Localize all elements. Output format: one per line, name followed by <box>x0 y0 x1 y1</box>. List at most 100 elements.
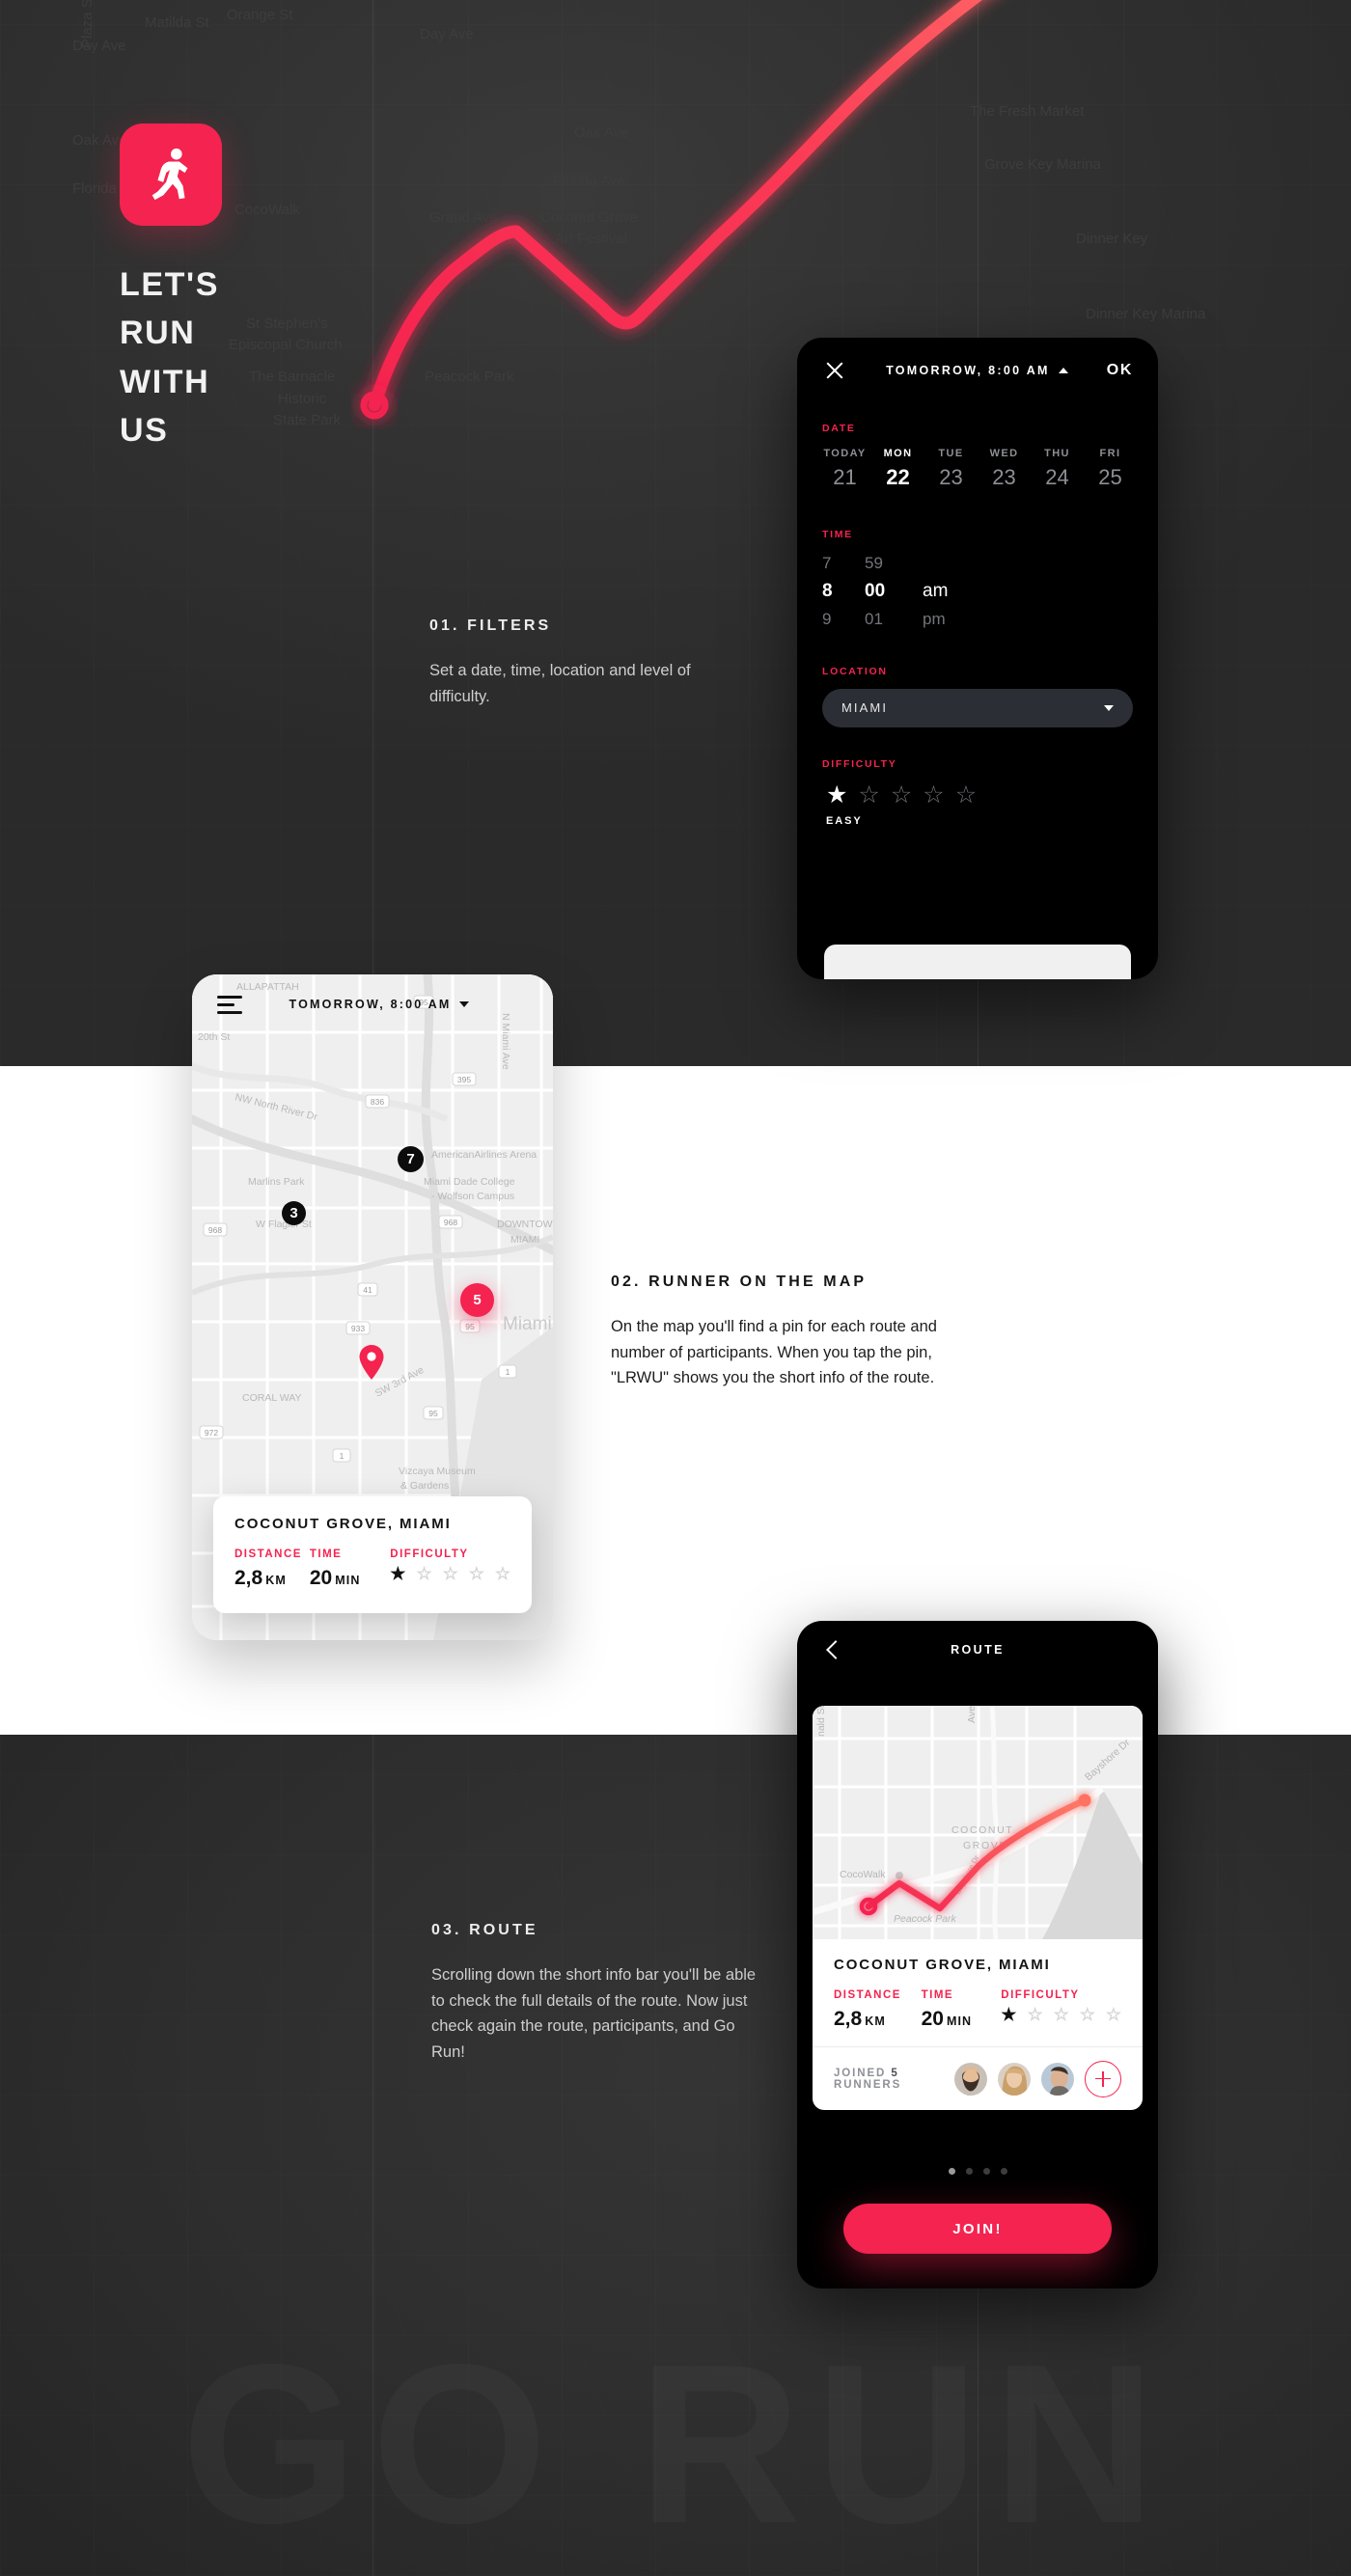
time-ampm: am <box>923 580 949 601</box>
star-1[interactable]: ★ <box>826 782 847 808</box>
chevron-up-icon <box>1058 368 1068 373</box>
avatar[interactable] <box>952 2060 989 2097</box>
star-3[interactable]: ☆ <box>891 782 912 808</box>
star-5: ☆ <box>494 1564 510 1583</box>
date-num: 23 <box>992 465 1016 489</box>
location-label: LOCATION <box>822 665 888 677</box>
date-option-25[interactable]: FRI 25 <box>1084 448 1137 490</box>
svg-text:CocoWalk: CocoWalk <box>840 1869 886 1880</box>
pagination-dot-3[interactable] <box>982 2168 990 2175</box>
join-button[interactable]: JOIN! <box>843 2204 1112 2254</box>
svg-text:- Wolfson Campus: - Wolfson Campus <box>431 1191 514 1202</box>
joined-label: JOINED 5 RUNNERS <box>834 2068 946 2091</box>
pagination-dot-4[interactable] <box>1000 2168 1007 2175</box>
joined-prefix: JOINED <box>834 2067 892 2079</box>
chevron-left-icon[interactable] <box>822 1639 843 1660</box>
close-icon[interactable] <box>822 358 847 383</box>
section-body: Set a date, time, location and level of … <box>429 662 691 705</box>
date-option-21[interactable]: TODAY 21 <box>818 448 871 490</box>
running-man-icon <box>152 148 188 201</box>
time-minute: 59 <box>865 554 883 572</box>
svg-text:COCONUT: COCONUT <box>951 1824 1013 1836</box>
time-option-7[interactable]: 7 59 <box>822 550 1133 577</box>
time-minute: 00 <box>865 580 886 601</box>
avatar-bearded-man <box>954 2062 987 2096</box>
map-pin-badge-7[interactable]: 7 <box>398 1146 424 1172</box>
svg-text:972: 972 <box>205 1428 218 1438</box>
star-5: ☆ <box>1105 2005 1121 2024</box>
difficulty-label: DIFFICULTY <box>822 757 897 770</box>
time-picker[interactable]: 7 59 8 00 am 9 01 pm <box>797 540 1158 633</box>
chevron-down-icon <box>459 1001 470 1007</box>
date-option-24[interactable]: THU 24 <box>1031 448 1084 490</box>
route-card-stats: DISTANCE 2,8 KM TIME 20 MIN DIFFICULTY ★ ☆ ☆ <box>834 1989 1121 2031</box>
joined-runners-row: JOINED 5 RUNNERS <box>813 2046 1143 2110</box>
route-detail-card: COCONUT GROVE CocoWalk Peacock Park Ave … <box>813 1706 1143 2110</box>
map-title[interactable]: TOMORROW, 8:00 AM <box>231 998 528 1011</box>
svg-text:nald St: nald St <box>815 1706 827 1737</box>
svg-text:CORAL WAY: CORAL WAY <box>242 1392 301 1404</box>
map-title-text: TOMORROW, 8:00 AM <box>289 998 452 1011</box>
star-5[interactable]: ☆ <box>955 782 977 808</box>
star-4[interactable]: ☆ <box>923 782 944 808</box>
location-pin-icon[interactable] <box>358 1344 385 1381</box>
add-runner-button[interactable] <box>1085 2060 1121 2097</box>
route-title: ROUTE <box>951 1643 1005 1657</box>
section-body: On the map you'll find a pin for each ro… <box>611 1318 937 1387</box>
stat-time: TIME 20 MIN <box>310 1548 390 1590</box>
route-topbar: ROUTE <box>797 1621 1158 1679</box>
sheet-peek <box>824 945 1131 979</box>
route-info-card[interactable]: COCONUT GROVE, MIAMI DISTANCE 2,8 KM TIME… <box>213 1496 532 1613</box>
star-4: ☆ <box>1079 2005 1095 2024</box>
pagination-dots[interactable] <box>797 2168 1158 2175</box>
pagination-dot-1[interactable] <box>948 2168 955 2175</box>
date-num: 22 <box>886 465 910 489</box>
section-runner-copy: 02. RUNNER ON THE MAP On the map you'll … <box>611 1274 949 1391</box>
svg-text:395: 395 <box>457 1075 471 1084</box>
stat-key: DIFFICULTY <box>390 1548 469 1560</box>
location-select[interactable]: MIAMI <box>822 688 1133 727</box>
stat-number: 20 <box>921 2008 944 2030</box>
stat-number: 2,8 <box>234 1567 263 1589</box>
date-num: 21 <box>833 465 857 489</box>
stat-key: DISTANCE <box>834 1989 901 2001</box>
stat-key: DISTANCE <box>234 1548 302 1560</box>
title-line-3: WITH <box>120 363 210 400</box>
info-card-stats: DISTANCE 2,8 KM TIME 20 MIN DIFFICULTY ★ ☆ ☆… <box>234 1548 510 1590</box>
stat-key: DIFFICULTY <box>1001 1989 1080 2001</box>
filters-topbar: TOMORROW, 8:00 AM OK <box>797 338 1158 403</box>
section-heading: 01. FILTERS <box>429 617 552 634</box>
map-topbar: TOMORROW, 8:00 AM <box>192 974 553 1034</box>
filters-title[interactable]: TOMORROW, 8:00 AM <box>857 364 1097 377</box>
date-option-23[interactable]: WED 23 <box>978 448 1031 490</box>
date-num: 25 <box>1098 465 1122 489</box>
map-pin-badge-5[interactable]: 5 <box>460 1283 494 1317</box>
time-hour: 8 <box>822 580 833 601</box>
route-map[interactable]: COCONUT GROVE CocoWalk Peacock Park Ave … <box>813 1706 1143 1939</box>
date-picker[interactable]: TODAY 21 MON 22 TUE 23 WED 23 THU 24 FRI 25 <box>797 434 1158 490</box>
section-heading: 03. ROUTE <box>431 1922 538 1938</box>
date-option-22[interactable]: MON 22 <box>871 448 924 490</box>
star-3: ☆ <box>442 1564 458 1583</box>
avatar[interactable] <box>996 2060 1033 2097</box>
star-1: ★ <box>1001 2005 1017 2024</box>
date-num: 23 <box>939 465 963 489</box>
time-option-8[interactable]: 8 00 am <box>822 577 1133 607</box>
svg-text:41: 41 <box>363 1285 372 1295</box>
star-4: ☆ <box>468 1564 484 1583</box>
time-ampm: pm <box>923 610 946 629</box>
pagination-dot-2[interactable] <box>965 2168 973 2175</box>
time-label: TIME <box>822 529 853 540</box>
ok-button[interactable]: OK <box>1107 362 1133 379</box>
stat-unit: KM <box>265 1574 287 1587</box>
star-2[interactable]: ☆ <box>858 782 879 808</box>
page-title: LET'S RUN WITH US <box>120 260 438 454</box>
stat-distance: DISTANCE 2,8 KM <box>234 1548 310 1590</box>
date-dow: MON <box>883 448 913 459</box>
difficulty-rating[interactable]: ★ ☆ ☆ ☆ ☆ <box>826 782 1133 808</box>
date-option-23[interactable]: TUE 23 <box>924 448 978 490</box>
avatar[interactable] <box>1039 2060 1076 2097</box>
map-pin-badge-3[interactable]: 3 <box>282 1201 306 1225</box>
time-option-9[interactable]: 9 01 pm <box>822 606 1133 633</box>
date-dow: WED <box>989 448 1019 459</box>
